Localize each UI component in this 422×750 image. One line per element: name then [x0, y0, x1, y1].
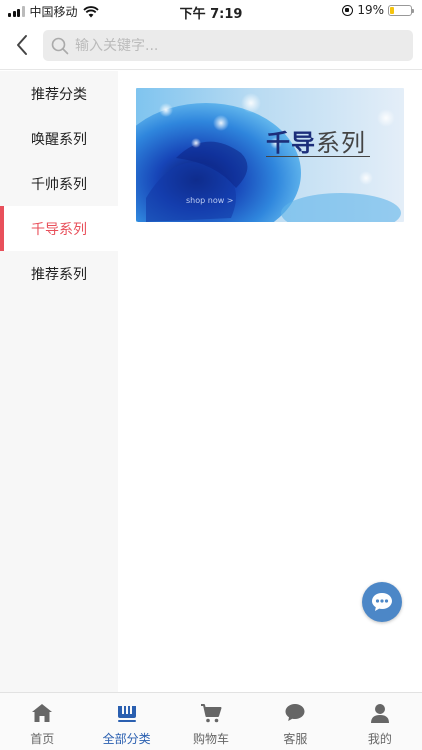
status-bar: 中国移动 下午 7:19 19% [0, 0, 422, 22]
category-icon [117, 706, 136, 722]
tab-cart[interactable]: 购物车 [169, 693, 253, 750]
sidebar-item-recommended-category[interactable]: 推荐分类 [0, 71, 118, 116]
chevron-left-icon [17, 35, 27, 55]
search-icon [51, 37, 69, 54]
chat-icon [285, 704, 305, 721]
banner-underline [266, 156, 370, 157]
banner-title-rest: 系列 [316, 129, 366, 157]
tab-all-categories[interactable]: 全部分类 [84, 693, 168, 750]
sidebar-item-label: 千导系列 [31, 221, 87, 238]
sidebar-item-label: 推荐分类 [31, 86, 87, 103]
sidebar-item-qiandao[interactable]: 千导系列 [0, 206, 118, 251]
sidebar-item-label: 推荐系列 [31, 266, 87, 283]
tab-mine[interactable]: 我的 [338, 693, 422, 750]
sidebar-item-huanxing[interactable]: 唤醒系列 [0, 116, 118, 161]
battery-fill [390, 6, 394, 14]
tab-label: 购物车 [193, 732, 230, 746]
battery-icon [388, 4, 414, 16]
tab-label: 首页 [30, 732, 55, 746]
category-sidebar: 推荐分类 唤醒系列 千帅系列 千导系列 推荐系列 [0, 71, 118, 692]
tab-customer-service[interactable]: 客服 [253, 693, 337, 750]
tab-label: 我的 [367, 732, 392, 746]
bottom-tab-bar: 首页 全部分类 购物车 客服 我的 [0, 692, 422, 750]
chat-bubble-icon [372, 593, 392, 611]
banner-shop-now: shop now > [186, 196, 234, 205]
sidebar-item-label: 千帅系列 [31, 176, 87, 193]
floating-chat-button[interactable] [362, 582, 402, 622]
search-bar[interactable] [43, 30, 413, 61]
search-input[interactable] [75, 37, 395, 54]
sidebar-item-recommended-series[interactable]: 推荐系列 [0, 251, 118, 296]
tab-label: 全部分类 [102, 732, 151, 746]
home-icon [32, 704, 53, 722]
rotation-lock-icon [342, 4, 354, 16]
sidebar-item-qianshuai[interactable]: 千帅系列 [0, 161, 118, 206]
tab-home[interactable]: 首页 [0, 693, 84, 750]
banner-title: 千导系列 [266, 123, 366, 158]
user-icon [370, 704, 389, 723]
back-button[interactable] [8, 30, 36, 60]
tab-label: 客服 [283, 732, 308, 746]
header [0, 22, 422, 70]
cart-icon [201, 704, 222, 723]
status-right: 19% [342, 3, 414, 17]
banner-title-bold: 千导 [266, 129, 316, 157]
sidebar-item-label: 唤醒系列 [31, 131, 87, 148]
battery-percent: 19% [357, 3, 384, 17]
series-banner[interactable]: 千导系列 shop now > [136, 88, 404, 222]
